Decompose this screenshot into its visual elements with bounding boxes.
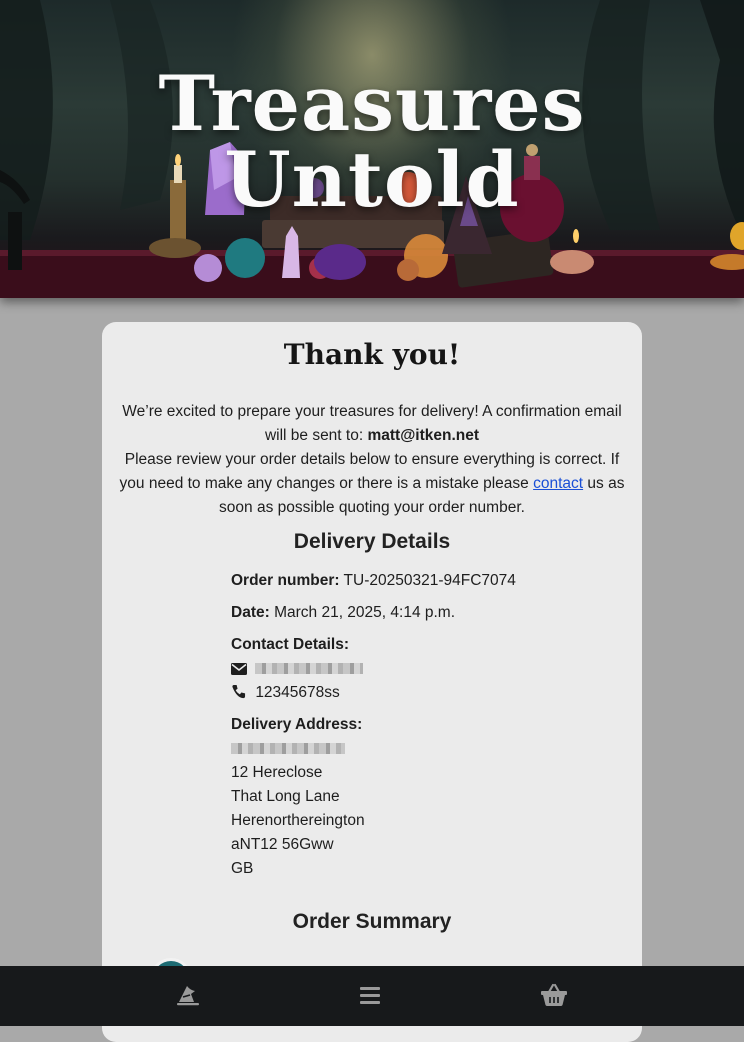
phone-row: 12345678ss <box>231 684 340 704</box>
phone-icon <box>231 684 247 704</box>
address-line: 12 Hereclose <box>231 764 323 781</box>
delivery-address-heading: Delivery Address: <box>231 716 363 733</box>
contact-details-label: Contact Details: <box>231 636 349 654</box>
order-number-row: Order number: TU-20250321-94FC7074 <box>231 572 516 590</box>
hamburger-menu-icon <box>358 984 382 1011</box>
phone-value: 12345678ss <box>255 684 340 701</box>
shopping-basket-icon <box>540 982 568 1013</box>
date-row: Date: March 21, 2025, 4:14 p.m. <box>231 604 455 622</box>
redacted-email <box>255 663 364 674</box>
menu-button[interactable] <box>353 980 387 1014</box>
date-label: Date: <box>231 604 270 621</box>
delivery-details-title: Delivery Details <box>293 530 451 553</box>
address-line: Herenorthereington <box>231 812 365 829</box>
intro-text: We’re excited to prepare your treasures … <box>114 400 630 520</box>
order-confirmation-card: Thank you! We’re excited to prepare your… <box>102 322 642 1042</box>
hero-banner: Treasures Untold <box>0 0 744 298</box>
address-line: aNT12 56Gww <box>231 836 334 853</box>
redacted-name <box>231 743 345 754</box>
redacted-name-row <box>231 740 345 758</box>
order-number-label: Order number: <box>231 572 340 589</box>
contact-details-heading: Contact Details: <box>231 636 349 653</box>
order-summary-title: Order Summary <box>292 910 452 933</box>
confirmation-email: matt@itken.net <box>367 426 480 444</box>
home-button[interactable] <box>171 980 205 1014</box>
basket-button[interactable] <box>537 980 571 1014</box>
address-line: GB <box>231 860 254 877</box>
wizard-hat-icon <box>175 982 201 1013</box>
email-row <box>231 660 364 680</box>
order-number-value: TU-20250321-94FC7074 <box>343 572 516 589</box>
delivery-address-label: Delivery Address: <box>231 716 362 734</box>
envelope-icon <box>231 662 247 680</box>
address-line: That Long Lane <box>231 788 340 805</box>
contact-link[interactable]: contact <box>533 475 583 492</box>
page-title: Thank you! <box>283 338 461 371</box>
bottom-navigation <box>0 966 744 1026</box>
date-value: March 21, 2025, 4:14 p.m. <box>274 604 456 621</box>
site-title[interactable]: Treasures Untold <box>0 66 744 218</box>
